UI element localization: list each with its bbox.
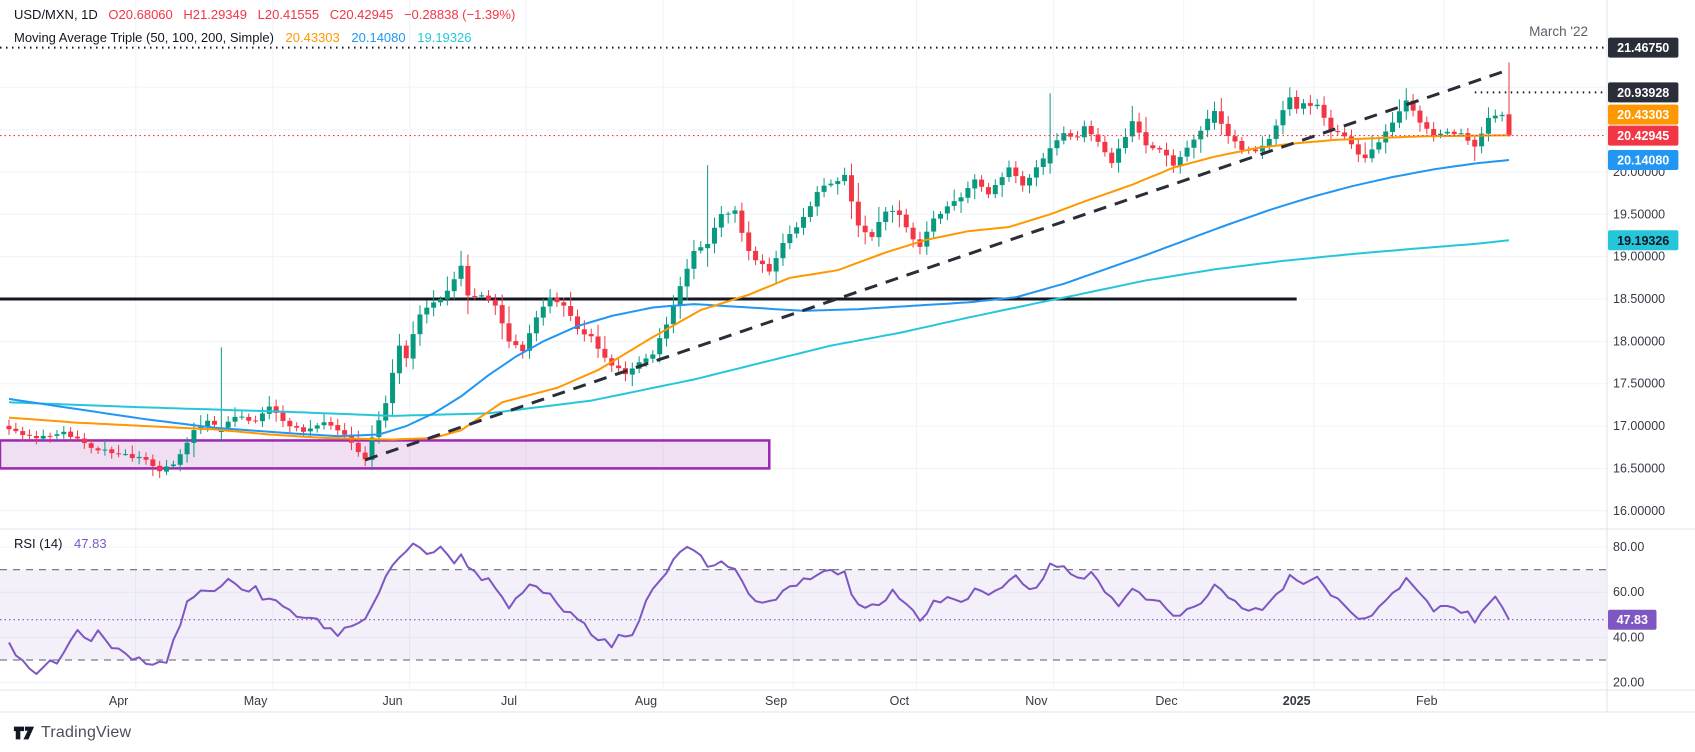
level-annotation-march22: March '22 (1529, 24, 1588, 39)
ohlc-values: O20.68060 H21.29349 L20.41555 C20.42945 … (101, 7, 515, 22)
price-label-badge: 20.93928 (1608, 82, 1678, 102)
tradingview-chart-window: March '2220.0000019.5000019.0000018.5000… (0, 0, 1695, 752)
price-label-badge: 21.46750 (1608, 38, 1678, 58)
open-value: O20.68060 (108, 7, 172, 22)
svg-text:20.14080: 20.14080 (1617, 154, 1669, 168)
sma100-value: 20.14080 (351, 30, 405, 45)
price-label-badge: 20.42945 (1608, 126, 1678, 146)
time-axis[interactable]: Apr May Jun Jul Aug Sep Oct Nov Dec 2025 Feb (109, 694, 1438, 708)
price-axis[interactable]: 20.0000019.5000019.0000018.5000018.00000… (1608, 38, 1678, 690)
price-tick-label: 19.00000 (1613, 250, 1665, 264)
legend: USD/MXN, 1D O20.68060 H21.29349 L20.4155… (14, 6, 515, 52)
support-zone-rectangle (0, 440, 769, 468)
price-tick-label: 17.50000 (1613, 377, 1665, 391)
svg-text:20.42945: 20.42945 (1617, 129, 1669, 143)
price-tick-label: 16.50000 (1613, 461, 1665, 475)
sma50-value: 20.43303 (286, 30, 340, 45)
time-tick-label: Nov (1025, 694, 1048, 708)
candlestick-series (7, 62, 1512, 478)
sma50-line (9, 135, 1509, 439)
price-label-badge: 20.43303 (1608, 105, 1678, 125)
low-value: L20.41555 (258, 7, 319, 22)
time-tick-label: Jul (501, 694, 517, 708)
price-tick-label: 16.00000 (1613, 504, 1665, 518)
time-tick-label: Dec (1155, 694, 1177, 708)
svg-text:47.83: 47.83 (1617, 613, 1648, 627)
rsi-tick-label: 40.00 (1613, 630, 1644, 644)
sma200-value: 19.19326 (417, 30, 471, 45)
symbol-legend-row[interactable]: USD/MXN, 1D O20.68060 H21.29349 L20.4155… (14, 6, 515, 23)
price-tick-label: 19.50000 (1613, 207, 1665, 221)
rsi-band-fill (0, 570, 1607, 660)
svg-text:21.46750: 21.46750 (1617, 41, 1669, 55)
svg-text:20.93928: 20.93928 (1617, 86, 1669, 100)
rsi-tick-label: 60.00 (1613, 585, 1644, 599)
price-tick-label: 17.00000 (1613, 419, 1665, 433)
rsi-tick-label: 80.00 (1613, 540, 1644, 554)
time-tick-label: Oct (890, 694, 910, 708)
change-value: −0.28838 (−1.39%) (404, 7, 515, 22)
rsi-label-badge: 47.83 (1608, 610, 1657, 630)
rsi-legend-row[interactable]: RSI (14) 47.83 (14, 536, 107, 551)
rsi-value: 47.83 (74, 536, 107, 551)
time-tick-label: Jun (382, 694, 402, 708)
rsi-indicator-title: RSI (14) (14, 536, 62, 551)
time-tick-label: Sep (765, 694, 787, 708)
time-tick-label: 2025 (1283, 694, 1311, 708)
svg-text:20.43303: 20.43303 (1617, 108, 1669, 122)
time-tick-label: Feb (1416, 694, 1438, 708)
price-tick-label: 18.00000 (1613, 334, 1665, 348)
time-tick-label: May (244, 694, 268, 708)
high-value: H21.29349 (183, 7, 247, 22)
price-label-badge: 20.14080 (1608, 150, 1678, 170)
time-tick-label: Aug (635, 694, 657, 708)
tradingview-brand-text[interactable]: TradingView (41, 724, 131, 742)
time-tick-label: Apr (109, 694, 128, 708)
chart-canvas[interactable]: March '2220.0000019.5000019.0000018.5000… (0, 0, 1695, 752)
rsi-tick-label: 20.00 (1613, 676, 1644, 690)
sma200-line (9, 240, 1509, 416)
price-tick-label: 18.50000 (1613, 292, 1665, 306)
svg-text:19.19326: 19.19326 (1617, 234, 1669, 248)
ascending-trendline (365, 72, 1502, 460)
price-label-badge: 19.19326 (1608, 230, 1678, 250)
ma-legend-row[interactable]: Moving Average Triple (50, 100, 200, Sim… (14, 29, 515, 46)
close-value: C20.42945 (330, 7, 394, 22)
ma-indicator-title: Moving Average Triple (50, 100, 200, Sim… (14, 30, 274, 45)
symbol-title: USD/MXN, 1D (14, 7, 98, 22)
tradingview-logo-icon[interactable] (13, 723, 35, 743)
footer-bar: TradingView (0, 713, 1695, 752)
